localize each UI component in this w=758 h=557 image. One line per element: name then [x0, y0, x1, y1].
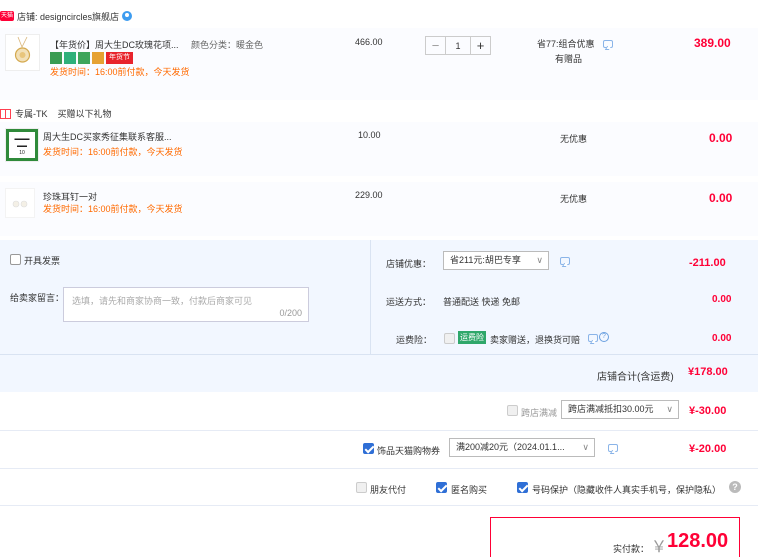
product-thumbnail[interactable]: [5, 34, 40, 71]
insurance-checkbox[interactable]: [444, 333, 455, 344]
item-tags: 年货节: [50, 52, 133, 64]
festival-tag: 年货节: [106, 52, 133, 64]
chat-icon[interactable]: [603, 40, 613, 48]
divider: [0, 505, 758, 506]
item-title[interactable]: 珍珠耳钉一对: [43, 190, 97, 203]
insurance-badge: 运费险: [458, 331, 486, 344]
help-icon[interactable]: ?: [599, 332, 609, 342]
ship-time: 发货时间：16:00前付款，今天发货: [43, 147, 183, 157]
ship-time: 发货时间：16:00前付款，今天发货: [43, 204, 183, 214]
item-title[interactable]: 【年货价】周大生DC玫瑰花项...: [50, 38, 179, 51]
shipping-label: 运送方式：: [386, 297, 432, 307]
unit-price: 466.00: [355, 37, 383, 47]
item-total: 0.00: [709, 131, 733, 145]
chevron-down-icon: ∨: [536, 255, 543, 265]
product-thumbnail[interactable]: ▬▬▬ ▬▬ 10: [5, 128, 39, 162]
invoice-label[interactable]: 开具发票: [24, 254, 60, 267]
unit-price: 229.00: [355, 190, 383, 200]
store-discount-select[interactable]: 省211元:胡巴专享 ∨: [443, 251, 549, 270]
cart-item-3: 珍珠耳钉一对 发货时间：16:00前付款，今天发货 229.00 无优惠 0.0…: [0, 182, 758, 236]
store-total-label: 店铺合计(含运费): [597, 372, 674, 383]
item-promo: 省77:组合优惠: [537, 39, 595, 49]
pay-label: 实付款：: [613, 544, 650, 554]
chevron-down-icon: ∨: [666, 404, 673, 414]
cross-store-amount: ¥-30.00: [689, 405, 727, 417]
unit-price: 10.00: [358, 130, 381, 140]
coupon-value: 满200减20元（2024.01.1...: [456, 442, 565, 452]
cart-item-1: 【年货价】周大生DC玫瑰花项... 颜色分类：暖金色 年货节 发货时间：16:0…: [0, 28, 758, 100]
decrease-button[interactable]: −: [426, 37, 445, 54]
pay-currency: ￥: [651, 539, 668, 556]
message-counter: 0/200: [279, 308, 302, 318]
invoice-checkbox[interactable]: [10, 254, 21, 265]
tag-icon: [64, 52, 76, 64]
gift-note: 有赠品: [555, 54, 583, 64]
anonymous-label[interactable]: 匿名购买: [451, 483, 487, 496]
gift-section-header: 专属-TK 买赠以下礼物: [0, 107, 112, 120]
message-label: 给卖家留言：: [10, 293, 65, 303]
anonymous-checkbox[interactable]: [436, 482, 447, 493]
cart-item-2: ▬▬▬ ▬▬ 10 周大生DC买家秀征集联系客服... 发货时间：16:00前付款，…: [0, 122, 758, 176]
store-discount-amount: -211.00: [689, 257, 726, 269]
store-discount-value: 省211元:胡巴专享: [450, 255, 521, 265]
insurance-amount: 0.00: [712, 333, 732, 344]
friend-pay-label[interactable]: 朋友代付: [370, 483, 406, 496]
item-total: 389.00: [694, 36, 731, 50]
tag-icon: [78, 52, 90, 64]
cross-store-value: 跨店满减抵扣30.00元: [568, 404, 654, 414]
help-icon[interactable]: ?: [729, 481, 741, 493]
pay-amount: 128.00: [667, 530, 729, 552]
store-name[interactable]: 店铺: designcircles旗舰店: [17, 10, 119, 23]
quantity-value[interactable]: 1: [445, 37, 471, 54]
cross-store-select[interactable]: 跨店满减抵扣30.00元 ∨: [561, 400, 679, 419]
store-discount-label: 店铺优惠：: [386, 259, 432, 269]
gift-name: 专属-TK: [15, 109, 48, 119]
tag-icon: [50, 52, 62, 64]
insurance-value: 卖家赠送，退换货可赔: [490, 335, 581, 345]
payment-summary: 实付款： ￥ 128.00: [490, 517, 740, 557]
coupon-checkbox[interactable]: [363, 443, 374, 454]
coupon-select[interactable]: 满200减20元（2024.01.1... ∨: [449, 438, 595, 457]
gift-icon: [0, 108, 11, 119]
chat-icon[interactable]: [588, 334, 598, 342]
shipping-value: 普通配送 快递 免邮: [443, 297, 521, 307]
divider: [0, 354, 758, 355]
chevron-down-icon: ∨: [582, 442, 589, 452]
coupon-amount: ¥-20.00: [689, 443, 727, 455]
tag-icon: [92, 52, 104, 64]
cross-store-label: 跨店满减: [521, 408, 558, 418]
message-input[interactable]: 选填，请先和商家协商一致，付款后商家可见 0/200: [63, 287, 309, 322]
chat-icon[interactable]: [608, 444, 618, 452]
divider: [0, 430, 758, 431]
tmall-badge: 天猫: [0, 11, 15, 21]
shipping-amount: 0.00: [712, 294, 732, 305]
gift-desc: 买赠以下礼物: [57, 109, 112, 119]
increase-button[interactable]: +: [471, 37, 490, 54]
coupon-label: 饰品天猫购物券: [377, 446, 441, 456]
product-thumbnail[interactable]: [5, 188, 35, 218]
privacy-checkbox[interactable]: [517, 482, 528, 493]
privacy-label[interactable]: 号码保护（隐藏收件人真实手机号，保护隐私）: [532, 483, 721, 496]
item-title[interactable]: 周大生DC买家秀征集联系客服...: [43, 130, 172, 143]
item-promo: 无优惠: [560, 194, 588, 204]
friend-pay-checkbox[interactable]: [356, 482, 367, 493]
message-placeholder: 选填，请先和商家协商一致，付款后商家可见: [72, 296, 253, 306]
ship-time: 发货时间：16:00前付款，今天发货: [50, 67, 190, 77]
quantity-stepper[interactable]: − 1 +: [425, 36, 491, 55]
wangwang-icon[interactable]: [122, 11, 133, 21]
divider: [0, 468, 758, 469]
item-total: 0.00: [709, 191, 733, 205]
item-promo: 无优惠: [560, 134, 588, 144]
cross-store-checkbox[interactable]: [507, 405, 518, 416]
panel-divider: [370, 240, 371, 354]
insurance-label: 运费险：: [396, 335, 433, 345]
chat-icon[interactable]: [560, 257, 570, 265]
store-total-amount: ¥178.00: [688, 366, 728, 378]
store-header: 天猫 店铺: designcircles旗舰店: [0, 8, 133, 24]
item-spec: 颜色分类：暖金色: [191, 40, 264, 50]
